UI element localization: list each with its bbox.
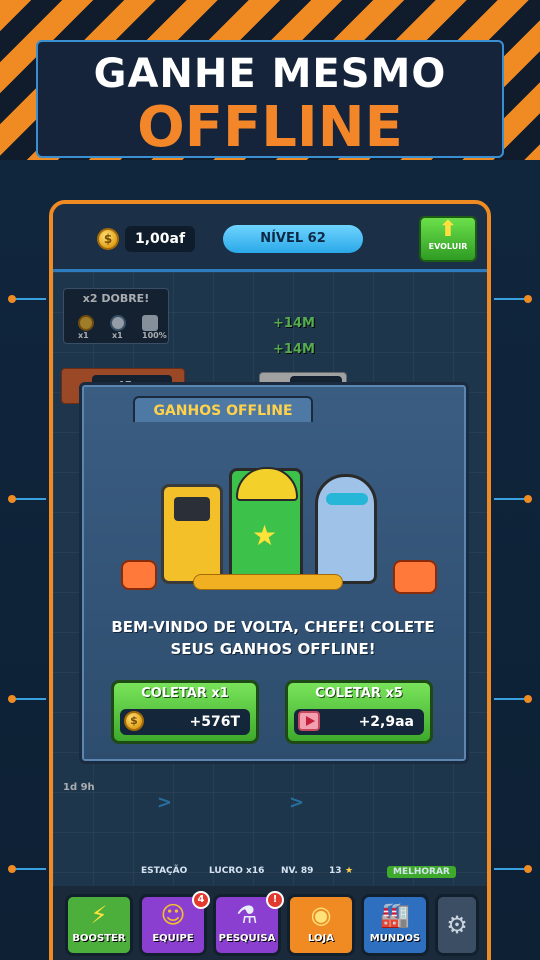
level-indicator[interactable]: NÍVEL 62 bbox=[223, 225, 363, 253]
station-stats-bar: ESTAÇÃO LUCRO x16 NV. 89 13 ★ MELHORAR bbox=[53, 862, 487, 886]
station-stars: 13 bbox=[329, 866, 342, 876]
yellow-robot-icon bbox=[161, 484, 223, 584]
nav-worlds-label: MUNDOS bbox=[369, 933, 421, 944]
promo-banner: GANHE MESMO OFFLINE bbox=[36, 40, 504, 158]
gold-pile-icon bbox=[193, 574, 343, 590]
silver-robot-icon bbox=[315, 474, 377, 584]
crate-icon bbox=[121, 560, 157, 590]
star-icon: ★ bbox=[345, 866, 354, 876]
collect-x1-amount: +576T bbox=[189, 714, 240, 730]
settings-button[interactable]: ⚙ bbox=[435, 894, 479, 956]
collect-x5-amount: +2,9aa bbox=[358, 714, 414, 730]
green-star-robot-icon: ★ bbox=[229, 467, 303, 584]
gear-icon: ⚙ bbox=[446, 911, 468, 939]
nav-booster-label: BOOSTER bbox=[72, 933, 126, 944]
side-decoration-dot bbox=[524, 295, 532, 303]
nav-research-label: PESQUISA bbox=[218, 933, 276, 944]
station-level: NV. 89 bbox=[281, 866, 314, 876]
nav-research[interactable]: ! ⚗ PESQUISA bbox=[213, 891, 284, 956]
nav-worlds[interactable]: 🏭 MUNDOS bbox=[361, 894, 429, 956]
upgrade-button[interactable]: MELHORAR bbox=[387, 866, 456, 878]
side-decoration-dot bbox=[524, 695, 532, 703]
side-decoration-dot bbox=[524, 865, 532, 873]
side-decoration-dot bbox=[8, 695, 16, 703]
collect-x1-label: COLETAR x1 bbox=[141, 686, 229, 701]
welcome-message: BEM-VINDO DE VOLTA, CHEFE! COLETE SEUS G… bbox=[111, 618, 435, 658]
side-decoration-dot bbox=[8, 865, 16, 873]
collect-x1-button[interactable]: COLETAR x1 $ +576T bbox=[111, 680, 259, 744]
collect-x1-value: $ +576T bbox=[120, 709, 250, 735]
coin-icon: $ bbox=[124, 711, 144, 731]
evolve-button[interactable]: ⬆ EVOLUIR bbox=[419, 216, 477, 262]
arrow-up-icon: ⬆ bbox=[438, 217, 458, 242]
factory-icon: 🏭 bbox=[380, 901, 410, 929]
game-screen: $ 1,00af NÍVEL 62 ⬆ EVOLUIR x2 DOBRE! x1… bbox=[49, 200, 491, 960]
profit-label: LUCRO x16 bbox=[209, 866, 265, 876]
dialog-title: GANHOS OFFLINE bbox=[133, 396, 313, 422]
evolve-label: EVOLUIR bbox=[428, 242, 468, 251]
coin-icon: $ bbox=[97, 228, 119, 250]
side-decoration-dot bbox=[524, 495, 532, 503]
top-bar: $ 1,00af NÍVEL 62 ⬆ EVOLUIR bbox=[53, 204, 487, 272]
side-decoration-dot bbox=[8, 295, 16, 303]
nav-shop-label: LOJA bbox=[308, 933, 334, 944]
currency-display: 1,00af bbox=[125, 226, 195, 252]
notification-badge: ! bbox=[266, 891, 284, 909]
side-decoration-dot bbox=[8, 495, 16, 503]
notification-badge: 4 bbox=[192, 891, 210, 909]
promo-line-1: GANHE MESMO bbox=[93, 51, 447, 97]
promo-line-2: OFFLINE bbox=[137, 95, 403, 160]
nav-team[interactable]: 4 ☺ EQUIPE bbox=[139, 891, 210, 956]
nav-booster[interactable]: ⚡ BOOSTER bbox=[65, 894, 133, 956]
collect-x5-button[interactable]: COLETAR x5 +2,9aa bbox=[285, 680, 433, 744]
bottom-nav: ⚡ BOOSTER 4 ☺ EQUIPE ! ⚗ PESQUISA ◉ LOJA… bbox=[53, 886, 487, 960]
collect-x5-label: COLETAR x5 bbox=[315, 686, 403, 701]
collect-x5-value: +2,9aa bbox=[294, 709, 424, 735]
nav-team-label: EQUIPE bbox=[152, 933, 194, 944]
station-label: ESTAÇÃO bbox=[141, 866, 188, 876]
nav-shop[interactable]: ◉ LOJA bbox=[287, 894, 355, 956]
coin-stack-icon: ◉ bbox=[310, 901, 332, 929]
video-ad-icon bbox=[298, 711, 320, 731]
crate-icon bbox=[393, 560, 437, 594]
lightning-icon: ⚡ bbox=[90, 901, 108, 929]
